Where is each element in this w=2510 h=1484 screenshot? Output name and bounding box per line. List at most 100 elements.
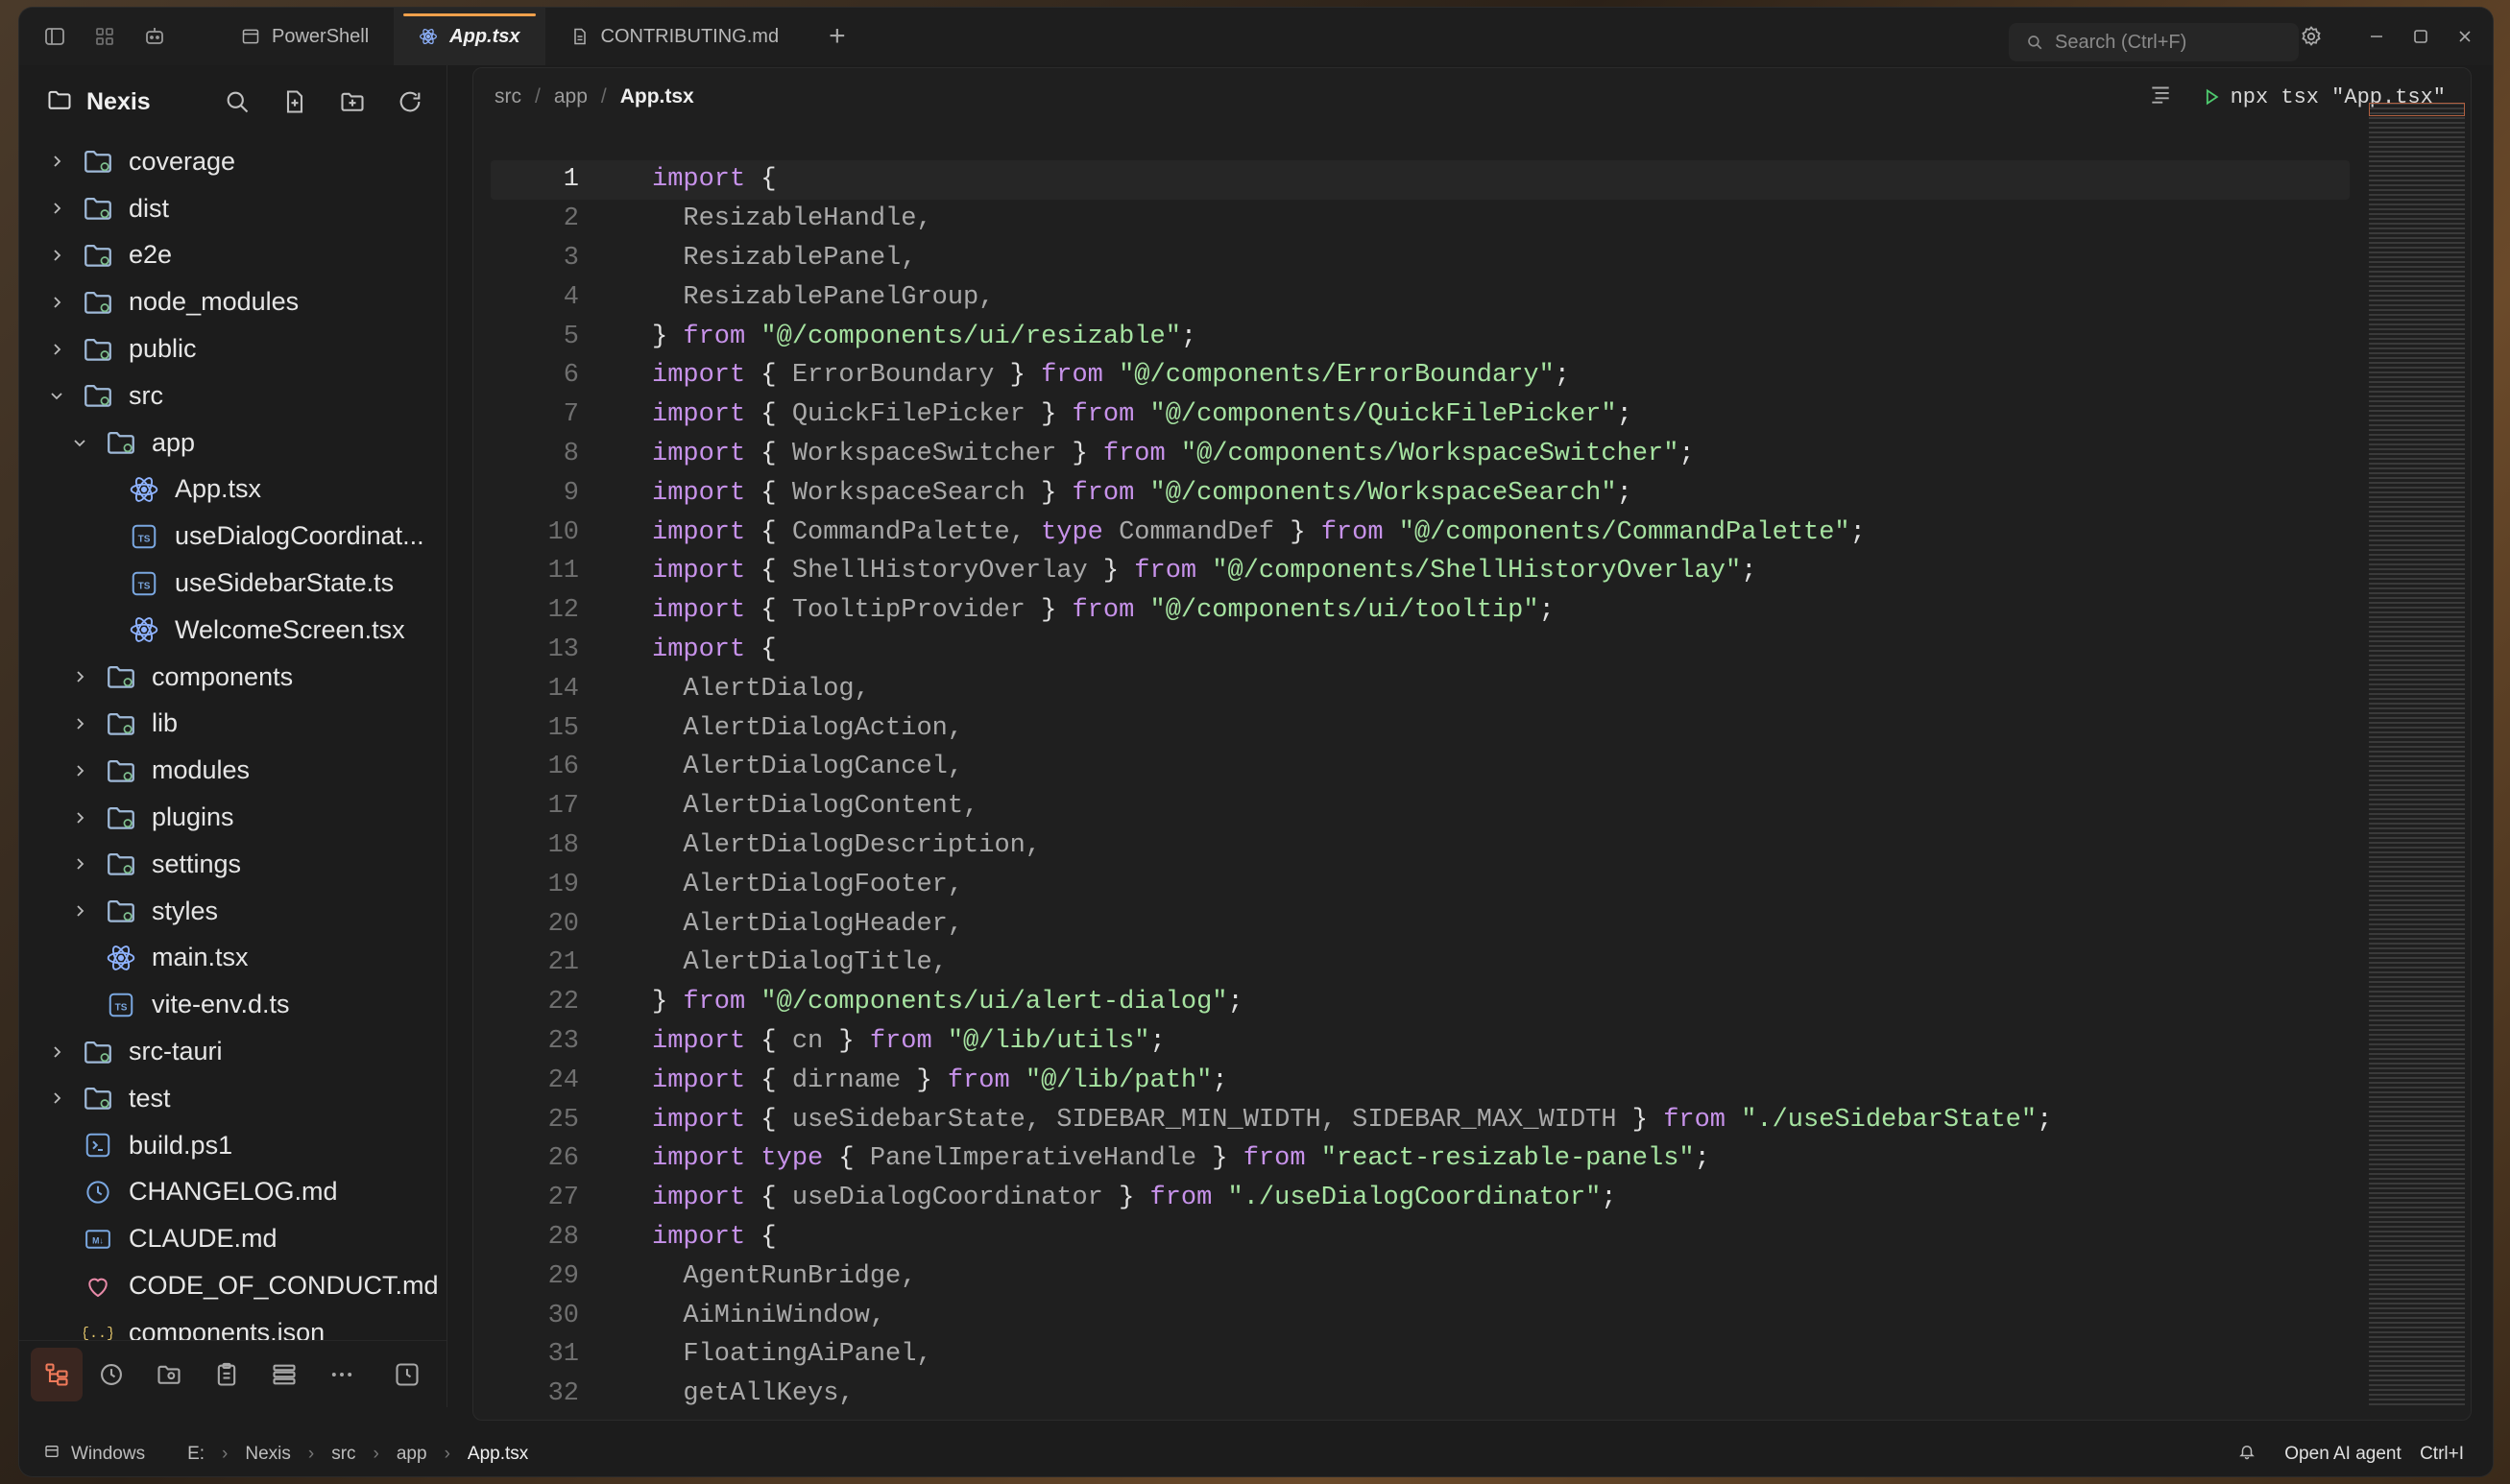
code-line[interactable]: 26 import type { PanelImperativeHandle } … — [473, 1139, 2365, 1179]
minimize-icon[interactable] — [2354, 8, 2399, 65]
code-line[interactable]: 28 import { — [473, 1218, 2365, 1257]
chevron-right-icon[interactable] — [69, 669, 90, 684]
outline-icon[interactable] — [2148, 82, 2173, 112]
tree-file-row[interactable]: CHANGELOG.md — [19, 1169, 446, 1216]
code-line[interactable]: 9 import { WorkspaceSearch } from "@/comp… — [473, 473, 2365, 513]
code-line[interactable]: 15 AlertDialogAction, — [473, 708, 2365, 748]
status-path-item[interactable]: src — [327, 1444, 359, 1465]
tree-file-row[interactable]: TS useSidebarState.ts — [19, 560, 446, 607]
code-line[interactable]: 23 import { cn } from "@/lib/utils"; — [473, 1022, 2365, 1062]
tree-folder-row[interactable]: public — [19, 325, 446, 372]
tree-folder-row[interactable]: dist — [19, 185, 446, 232]
chevron-right-icon[interactable] — [46, 342, 67, 357]
chevron-right-icon[interactable] — [69, 810, 90, 826]
code-line[interactable]: 29 AgentRunBridge, — [473, 1257, 2365, 1296]
breadcrumb-current[interactable]: App.tsx — [620, 85, 694, 108]
status-drive[interactable]: E: — [183, 1444, 208, 1465]
tree-file-row[interactable]: App.tsx — [19, 467, 446, 514]
new-folder-icon[interactable] — [337, 86, 368, 117]
tree-folder-row[interactable]: plugins — [19, 794, 446, 841]
code-area[interactable]: 1 import {2 ResizableHandle, 3 ResizablePa… — [473, 160, 2365, 1420]
tree-file-row[interactable]: build.ps1 — [19, 1122, 446, 1169]
code-line[interactable]: 25 import { useSidebarState, SIDEBAR_MIN_… — [473, 1100, 2365, 1139]
code-line[interactable]: 10 import { CommandPalette, type CommandD… — [473, 513, 2365, 552]
tree-folder-row[interactable]: components — [19, 654, 446, 701]
code-line[interactable]: 24 import { dirname } from "@/lib/path"; — [473, 1061, 2365, 1100]
code-line[interactable]: 14 AlertDialog, — [473, 669, 2365, 708]
chevron-right-icon[interactable] — [69, 716, 90, 731]
tree-file-row[interactable]: M↓ CLAUDE.md — [19, 1215, 446, 1262]
settings-gear-icon[interactable] — [2289, 8, 2333, 65]
code-line[interactable]: 6 import { ErrorBoundary } from "@/compon… — [473, 356, 2365, 395]
search-input[interactable]: Search (Ctrl+F) — [2009, 23, 2299, 61]
code-line[interactable]: 2 ResizableHandle, — [473, 200, 2365, 239]
tree-folder-row[interactable]: coverage — [19, 138, 446, 185]
folder-search-icon[interactable] — [140, 1348, 198, 1401]
code-editor[interactable]: src / app / App.tsx npx tsx "App.tsx" 1 impor… — [472, 67, 2472, 1421]
tree-folder-row[interactable]: settings — [19, 841, 446, 888]
code-line[interactable]: 5} from "@/components/ui/resizable"; — [473, 317, 2365, 356]
chevron-right-icon[interactable] — [46, 154, 67, 169]
chevron-right-icon[interactable] — [46, 1044, 67, 1060]
tree-folder-row[interactable]: modules — [19, 747, 446, 794]
tab-app-tsx[interactable]: App.tsx — [394, 8, 545, 65]
tree-file-row[interactable]: CODE_OF_CONDUCT.md — [19, 1262, 446, 1309]
code-line[interactable]: 17 AlertDialogContent, — [473, 787, 2365, 826]
tree-file-row[interactable]: TS useDialogCoordinat... — [19, 513, 446, 560]
bell-icon[interactable] — [2238, 1443, 2256, 1466]
tab-contributing-md[interactable]: CONTRIBUTING.md — [545, 8, 805, 65]
minimap[interactable] — [2369, 103, 2465, 1408]
status-path-current[interactable]: App.tsx — [464, 1444, 532, 1465]
code-line[interactable]: 31 FloatingAiPanel, — [473, 1335, 2365, 1375]
code-line[interactable]: 22} from "@/components/ui/alert-dialog"; — [473, 983, 2365, 1022]
code-line[interactable]: 32 getAllKeys, — [473, 1375, 2365, 1414]
chevron-right-icon[interactable] — [46, 1090, 67, 1106]
more-icon[interactable] — [313, 1348, 371, 1401]
code-line[interactable]: 27 import { useDialogCoordinator } from "… — [473, 1179, 2365, 1218]
history-icon[interactable] — [83, 1348, 140, 1401]
tree-file-row[interactable]: TS vite-env.d.ts — [19, 981, 446, 1028]
chevron-right-icon[interactable] — [69, 903, 90, 919]
code-line[interactable]: 21 AlertDialogTitle, — [473, 944, 2365, 983]
tree-folder-row[interactable]: src — [19, 372, 446, 419]
tree-folder-row[interactable]: test — [19, 1075, 446, 1122]
code-line[interactable]: 7 import { QuickFilePicker } from "@/comp… — [473, 395, 2365, 435]
tree-folder-row[interactable]: lib — [19, 701, 446, 748]
stack-icon[interactable] — [255, 1348, 313, 1401]
tab-powershell[interactable]: PowerShell — [216, 8, 394, 65]
chevron-right-icon[interactable] — [46, 295, 67, 310]
code-line[interactable]: 3 ResizablePanel, — [473, 239, 2365, 278]
status-path-item[interactable]: app — [393, 1444, 431, 1465]
breadcrumb-item[interactable]: src — [495, 85, 521, 108]
clipboard-icon[interactable] — [198, 1348, 255, 1401]
tree-folder-row[interactable]: styles — [19, 888, 446, 935]
new-tab-button[interactable]: + — [804, 20, 871, 53]
status-os[interactable]: Windows — [67, 1444, 149, 1465]
chevron-right-icon[interactable] — [69, 763, 90, 778]
code-line[interactable]: 12 import { TooltipProvider } from "@/com… — [473, 591, 2365, 631]
grid-icon[interactable] — [92, 24, 117, 49]
chevron-down-icon[interactable] — [69, 435, 90, 450]
status-path-item[interactable]: Nexis — [241, 1444, 295, 1465]
toggle-sidebar-icon[interactable] — [42, 24, 67, 49]
code-line[interactable]: 1 import { — [491, 160, 2350, 200]
code-line[interactable]: 4 ResizablePanelGroup, — [473, 277, 2365, 317]
new-file-icon[interactable] — [279, 86, 310, 117]
chevron-right-icon[interactable] — [46, 248, 67, 263]
chevron-right-icon[interactable] — [46, 201, 67, 216]
bot-icon[interactable] — [142, 24, 167, 49]
code-line[interactable]: 13 import { — [473, 631, 2365, 670]
tree-file-row[interactable]: main.tsx — [19, 935, 446, 982]
open-ai-agent-button[interactable]: Open AI agent Ctrl+I — [2284, 1444, 2464, 1465]
tree-folder-row[interactable]: app — [19, 419, 446, 467]
breadcrumb-item[interactable]: app — [554, 85, 588, 108]
code-line[interactable]: 16 AlertDialogCancel, — [473, 748, 2365, 787]
search-files-icon[interactable] — [222, 86, 253, 117]
code-line[interactable]: 18 AlertDialogDescription, — [473, 826, 2365, 866]
code-line[interactable]: 30 AiMiniWindow, — [473, 1296, 2365, 1335]
tree-file-row[interactable]: WelcomeScreen.tsx — [19, 607, 446, 654]
chevron-down-icon[interactable] — [46, 388, 67, 403]
minimap-viewport[interactable] — [2369, 103, 2465, 116]
code-line[interactable]: 20 AlertDialogHeader, — [473, 904, 2365, 944]
code-line[interactable]: 11 import { ShellHistoryOverlay } from "@… — [473, 552, 2365, 591]
